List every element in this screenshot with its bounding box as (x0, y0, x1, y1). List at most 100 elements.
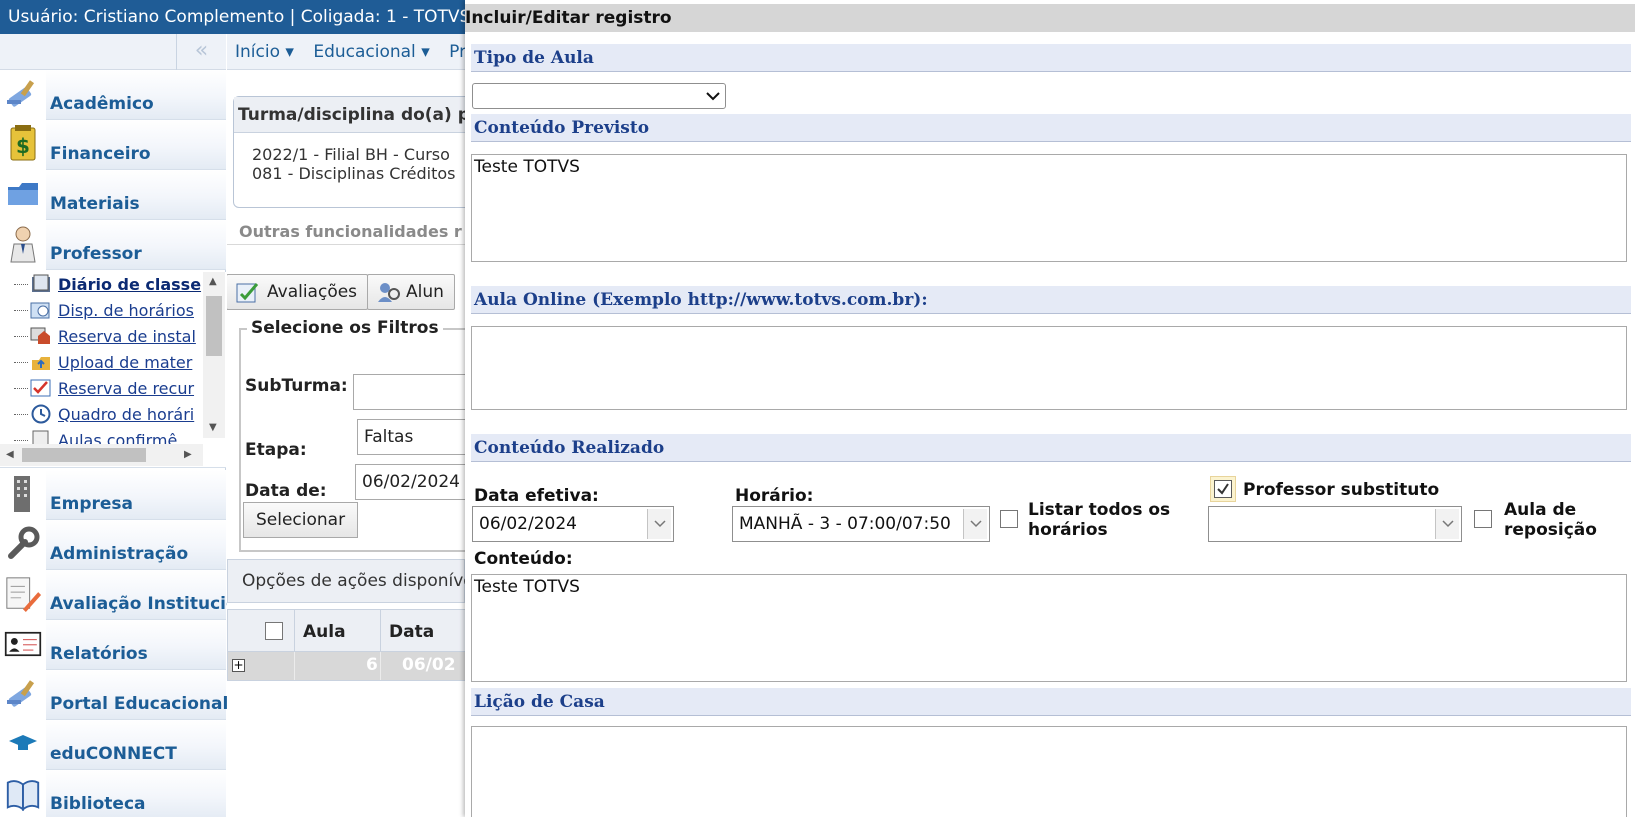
checklist-icon (30, 379, 51, 397)
outras-funcionalidades-label: Outras funcionalidades r (239, 222, 462, 241)
conteudo-textarea[interactable]: Teste TOTVS (471, 574, 1627, 682)
col-data[interactable]: Data (389, 622, 434, 642)
table-row[interactable]: + 6 06/02 (228, 652, 465, 680)
upload-icon (32, 357, 50, 370)
sidebar-item-professor[interactable]: Professor (0, 220, 226, 270)
subturma-select[interactable] (353, 374, 465, 410)
sidebar-item-academico[interactable]: Acadêmico (0, 70, 226, 120)
chevron-down-icon (963, 509, 987, 539)
data-de-input[interactable]: 06/02/2024 (355, 464, 465, 500)
building-icon (4, 474, 42, 514)
selecionar-button[interactable]: Selecionar (243, 502, 359, 538)
student-search-icon (378, 283, 400, 302)
house-icon (30, 327, 50, 344)
subitem-reserva-recursos[interactable]: Reserva de recur (14, 375, 194, 401)
brush-icon (4, 74, 42, 114)
sidebar-item-biblioteca[interactable]: Biblioteca (0, 770, 226, 817)
sidebar-item-avaliacao-institucional[interactable]: Avaliação Institucional (0, 570, 267, 620)
sidebar-item-administracao[interactable]: Administração (0, 520, 226, 570)
subitem-quadro-horarios[interactable]: Quadro de horári (14, 401, 194, 427)
conteudo-previsto-textarea[interactable]: Teste TOTVS (471, 154, 1627, 262)
sidebar-item-materiais[interactable]: Materiais (0, 170, 226, 220)
licao-de-casa-textarea[interactable] (471, 726, 1627, 817)
menu-inicio[interactable]: Início ▾ (235, 42, 294, 62)
submenu-horizontal-scrollbar[interactable]: ◀ ▶ (0, 444, 203, 466)
conteudo-label: Conteúdo: (474, 549, 573, 569)
submenu-vertical-scrollbar[interactable]: ▲ ▼ (203, 272, 225, 438)
main-content: Início ▾ Educacional ▾ Pro Turma/discipl… (227, 34, 465, 817)
professor-substituto-select[interactable] (1208, 506, 1462, 542)
conteudo-realizado-section: Conteúdo Realizado (471, 434, 1631, 462)
alunos-button[interactable]: Alun (367, 274, 455, 310)
listar-todos-label: Listar todos os horários (1028, 500, 1171, 540)
calendar-clock-icon (30, 302, 50, 319)
subitem-disp-horarios[interactable]: Disp. de horários (14, 297, 194, 323)
user-bar: Usuário: Cristiano Complemento | Coligad… (0, 0, 465, 34)
incluir-editar-modal: Incluir/Editar registro Tipo de Aula Con… (465, 0, 1635, 817)
check-icon (1217, 483, 1229, 495)
sidebar-collapse-row: « (0, 34, 226, 70)
chevron-down-icon (647, 509, 671, 539)
sidebar-item-financeiro[interactable]: $ Financeiro (0, 120, 226, 170)
col-aula[interactable]: Aula (303, 622, 346, 642)
menu-professor[interactable]: Pro (449, 42, 465, 62)
folder-icon (4, 174, 42, 214)
sidebar-item-portal-educacional[interactable]: Portal Educacional (0, 670, 228, 720)
modal-title: Incluir/Editar registro (465, 4, 1635, 32)
row-data: 06/02 (402, 655, 456, 675)
filtros-legend: Selecione os Filtros (247, 318, 443, 338)
opcoes-acoes-bar[interactable]: Opções de ações disponíveis (227, 559, 465, 603)
subitem-upload-material[interactable]: Upload de mater (14, 349, 192, 375)
scroll-up-icon[interactable]: ▲ (209, 276, 217, 287)
top-menu: Início ▾ Educacional ▾ Pro (227, 34, 465, 70)
scroll-right-icon[interactable]: ▶ (184, 449, 192, 460)
tipo-aula-select[interactable] (472, 83, 726, 109)
dollar-icon: $ (4, 124, 42, 164)
listar-todos-checkbox[interactable] (1000, 510, 1018, 528)
brush-icon (4, 674, 42, 714)
clock-icon (31, 404, 51, 424)
row-aula: 6 (366, 655, 378, 675)
teacher-icon (4, 224, 42, 264)
data-efetiva-select[interactable]: 06/02/2024 (472, 506, 674, 542)
book-icon (4, 774, 42, 814)
subturma-label: SubTurma: (245, 376, 348, 396)
aula-reposicao-checkbox[interactable] (1474, 510, 1492, 528)
aula-online-textarea[interactable] (471, 326, 1627, 410)
avaliacoes-button[interactable]: Avaliações (227, 274, 369, 310)
horario-select[interactable]: MANHÃ - 3 - 07:00/07:50 (732, 506, 990, 542)
collapse-sidebar-button[interactable]: « (176, 34, 226, 70)
professor-substituto-label: Professor substituto (1243, 480, 1440, 500)
expand-row-icon[interactable]: + (232, 659, 245, 672)
data-de-label: Data de: (245, 481, 327, 501)
sidebar-item-empresa[interactable]: Empresa (0, 470, 226, 520)
subitem-reserva-instalacoes[interactable]: Reserva de instal (14, 323, 196, 349)
etapa-select[interactable]: Faltas (357, 419, 465, 455)
data-efetiva-label: Data efetiva: (474, 486, 599, 506)
horario-label: Horário: (735, 486, 814, 506)
scroll-left-icon[interactable]: ◀ (6, 449, 14, 460)
select-all-checkbox[interactable] (265, 622, 283, 640)
pencil-doc-icon (4, 574, 42, 614)
aulas-grid: Aula Data + 6 06/02 (227, 609, 465, 681)
aula-online-section: Aula Online (Exemplo http://www.totvs.co… (471, 286, 1631, 314)
svg-text:$: $ (16, 134, 30, 158)
wrench-icon (4, 524, 42, 564)
graduation-cap-icon (4, 724, 42, 764)
scroll-down-icon[interactable]: ▼ (209, 422, 217, 433)
subitem-diario-de-classe[interactable]: Diário de classe (14, 271, 201, 297)
turma-line-2: 081 - Disciplinas Créditos (252, 164, 456, 183)
conteudo-previsto-section: Conteúdo Previsto (471, 114, 1631, 142)
menu-educacional[interactable]: Educacional ▾ (313, 42, 429, 62)
etapa-label: Etapa: (245, 440, 307, 460)
tipo-aula-section: Tipo de Aula (471, 44, 1631, 72)
report-icon (4, 624, 42, 664)
chevron-down-icon (1435, 509, 1459, 539)
licao-de-casa-section: Lição de Casa (471, 688, 1631, 716)
turma-title: Turma/disciplina do(a) p (234, 97, 465, 133)
sidebar-item-educonnect[interactable]: eduCONNECT (0, 720, 226, 770)
professor-substituto-checkbox[interactable] (1214, 480, 1232, 498)
evaluation-icon (236, 283, 259, 303)
turma-line-1: 2022/1 - Filial BH - Curso (252, 145, 450, 164)
sidebar-item-relatorios[interactable]: Relatórios (0, 620, 226, 670)
